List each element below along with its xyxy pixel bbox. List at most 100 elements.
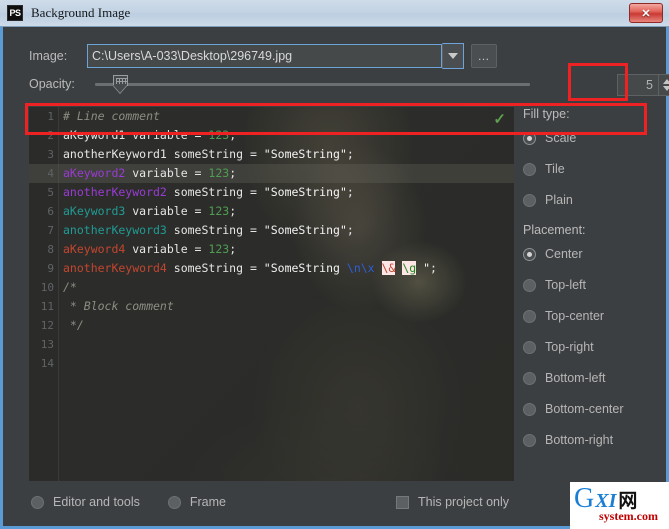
code-token: aKeyword1 [63,128,126,142]
radio-icon [523,193,536,207]
code-line[interactable]: 13 [29,335,514,354]
fill-type-label: Fill type: [523,107,570,121]
code-token: \n\x [346,261,375,275]
opacity-slider-thumb[interactable] [113,74,128,94]
code-token: variable = [125,166,209,180]
code-preview-panel[interactable]: ✓ 1 # Line comment 2 aKeyword1 variable = 1… [29,107,514,507]
code-line-text: anotherKeyword4 someString = "SomeString… [59,259,437,278]
options-panel: Fill type: Scale Tile Plain Placement: Cen… [523,107,663,463]
code-line[interactable]: 1 # Line comment [29,107,514,126]
opacity-spinner [617,73,669,96]
title-bar: PS Background Image ✕ [0,0,669,27]
code-token: ; [229,128,237,142]
placement-option-bottom-left[interactable]: Bottom-left [523,370,663,386]
code-line-text: aKeyword2 variable = 123; [59,164,236,183]
this-project-only-checkbox[interactable]: This project only [395,495,509,509]
close-icon: ✕ [641,7,651,20]
code-token: variable = [125,128,209,142]
code-line[interactable]: 14 [29,354,514,373]
fill-type-option-scale[interactable]: Scale [523,130,663,146]
scope-radio-frame[interactable]: Frame [167,495,226,509]
opacity-row: Opacity: [29,73,669,96]
radio-icon [523,309,536,323]
image-row: Image: … [29,43,497,69]
line-number: 13 [40,338,54,351]
code-token: ; [346,223,354,237]
code-line-text: /* [59,278,77,297]
code-token: ; [229,242,237,256]
code-line[interactable]: 12 */ [29,316,514,335]
placement-option-label: Top-right [545,340,594,354]
placement-option-top-right[interactable]: Top-right [523,339,663,355]
spinner-down-icon[interactable] [663,85,669,91]
code-token: anotherKeyword2 [63,185,167,199]
code-token: 123 [208,166,230,180]
placement-option-label: Bottom-right [545,433,614,447]
code-token: * Block comment [63,299,174,313]
placement-option-top-center[interactable]: Top-center [523,308,663,324]
fill-type-option-label: Tile [545,162,565,176]
radio-icon [523,278,536,292]
code-line[interactable]: 7 anotherKeyword3 someString = "SomeStrin… [29,221,514,240]
code-line-text: aKeyword1 variable = 123; [59,126,236,145]
line-number: 7 [47,224,54,237]
code-line[interactable]: 3 anotherKeyword1 someString = "SomeStrin… [29,145,514,164]
close-button[interactable]: ✕ [629,3,663,23]
radio-icon [523,371,536,385]
radio-icon-checked [523,247,536,261]
radio-icon [167,495,181,509]
line-number: 8 [47,243,54,256]
image-label: Image: [29,49,68,63]
code-token: someString = [166,261,264,275]
radio-icon-checked [31,495,44,509]
line-number: 1 [47,110,54,123]
code-line[interactable]: 6 aKeyword3 variable = 123; [29,202,514,221]
placement-option-label: Center [545,247,583,261]
code-line[interactable]: 2 aKeyword1 variable = 123; [29,126,514,145]
fill-type-option-tile[interactable]: Tile [523,161,663,177]
code-line[interactable]: 11 * Block comment [29,297,514,316]
code-token: # Line comment [63,109,160,123]
radio-icon [523,433,536,447]
code-line-text: aKeyword3 variable = 123; [59,202,236,221]
code-lines: 1 # Line comment 2 aKeyword1 variable = 123… [29,107,514,373]
code-token: 123 [208,128,230,142]
scope-radio-editor-and-tools[interactable]: Editor and tools [31,495,140,509]
code-token: aKeyword4 [63,242,126,256]
browse-button[interactable]: … [471,44,497,68]
image-path-input[interactable] [87,44,442,68]
code-token: \& [381,261,396,275]
scope-label-editor: Editor and tools [53,495,140,509]
code-token: "SomeString" [263,185,347,199]
code-token: anotherKeyword1 [63,147,167,161]
spinner-up-icon[interactable] [663,78,669,84]
opacity-spin-buttons[interactable] [659,73,669,96]
ps-icon: PS [7,5,23,21]
code-token: 123 [208,242,230,256]
code-line[interactable]: 10 /* [29,278,514,297]
code-line-text: * Block comment [59,297,174,316]
chevron-down-icon [448,53,458,59]
slider-grip-icon [116,77,127,84]
placement-option-label: Bottom-center [545,402,624,416]
background-image-dialog: PS Background Image ✕ Image: … Opacity: [0,0,669,529]
code-token: "SomeString [263,261,347,275]
placement-option-center[interactable]: Center [523,246,663,262]
opacity-slider[interactable] [95,73,669,96]
code-line[interactable]: 8 aKeyword4 variable = 123; [29,240,514,259]
code-line[interactable]: 4 aKeyword2 variable = 123; [29,164,514,183]
placement-option-bottom-right[interactable]: Bottom-right [523,432,663,448]
code-token: aKeyword3 [63,204,126,218]
code-token: \g [402,261,417,275]
code-line[interactable]: 9 anotherKeyword4 someString = "SomeStrin… [29,259,514,278]
opacity-value-input[interactable] [617,73,659,96]
fill-type-option-plain[interactable]: Plain [523,192,663,208]
placement-option-bottom-center[interactable]: Bottom-center [523,401,663,417]
placement-option-label: Top-left [545,278,586,292]
placement-option-top-left[interactable]: Top-left [523,277,663,293]
code-line[interactable]: 5 anotherKeyword2 someString = "SomeStrin… [29,183,514,202]
fill-type-option-label: Plain [545,193,573,207]
image-dropdown-button[interactable] [442,43,464,69]
